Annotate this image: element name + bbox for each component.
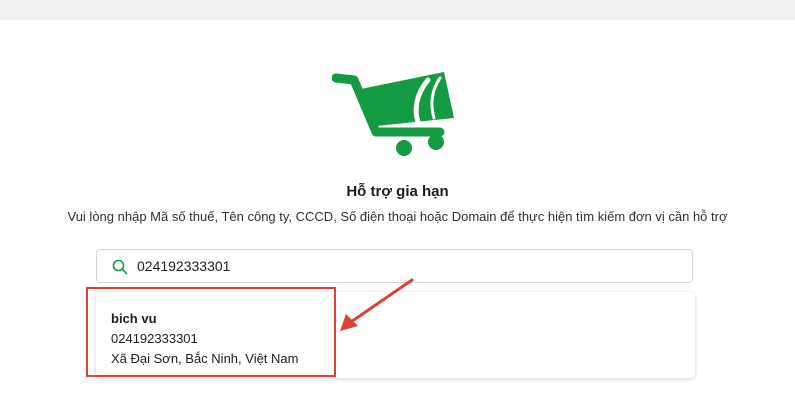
top-bar [0, 0, 795, 20]
shopping-cart-logo-icon [332, 72, 454, 156]
page-subtitle: Vui lòng nhập Mã số thuế, Tên công ty, C… [67, 209, 728, 224]
page-title: Hỗ trợ gia hạn [346, 183, 449, 200]
result-company-name: bich vu [111, 311, 157, 326]
result-tax-code: 024192333301 [111, 331, 198, 346]
red-arrow-annotation [340, 278, 414, 331]
result-address: Xã Đại Sơn, Bắc Ninh, Việt Nam [111, 351, 299, 366]
search-icon [112, 259, 128, 275]
